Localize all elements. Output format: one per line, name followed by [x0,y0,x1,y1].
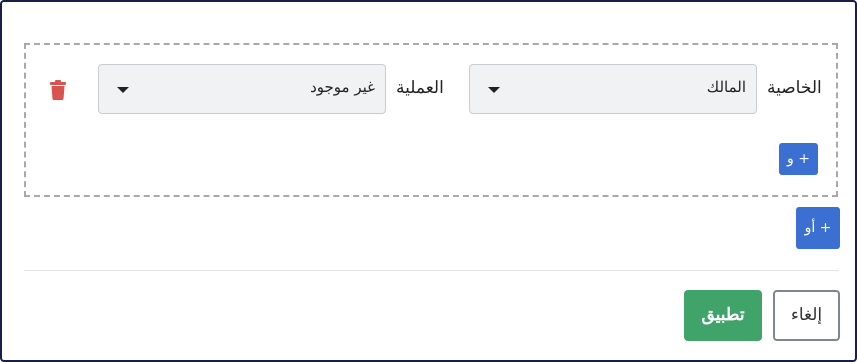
add-or-button[interactable]: + أو [796,207,840,249]
add-and-button[interactable]: + و [779,143,818,175]
operation-select[interactable]: غير موجود [98,64,386,114]
caret-down-icon [117,87,129,93]
property-select[interactable]: المالك [469,64,757,114]
caret-down-icon [488,87,500,93]
property-label: الخاصية [767,78,822,98]
operation-select-value: غير موجود [310,78,375,96]
property-select-value: المالك [706,78,746,96]
filter-dialog: الخاصية المالك العملية غير موجود + و + أ… [0,0,857,362]
footer-divider [24,270,839,271]
apply-button[interactable]: تطبيق [684,290,762,341]
operation-label: العملية [396,78,444,98]
trash-icon[interactable] [50,80,66,100]
cancel-button[interactable]: إلغاء [773,290,840,341]
